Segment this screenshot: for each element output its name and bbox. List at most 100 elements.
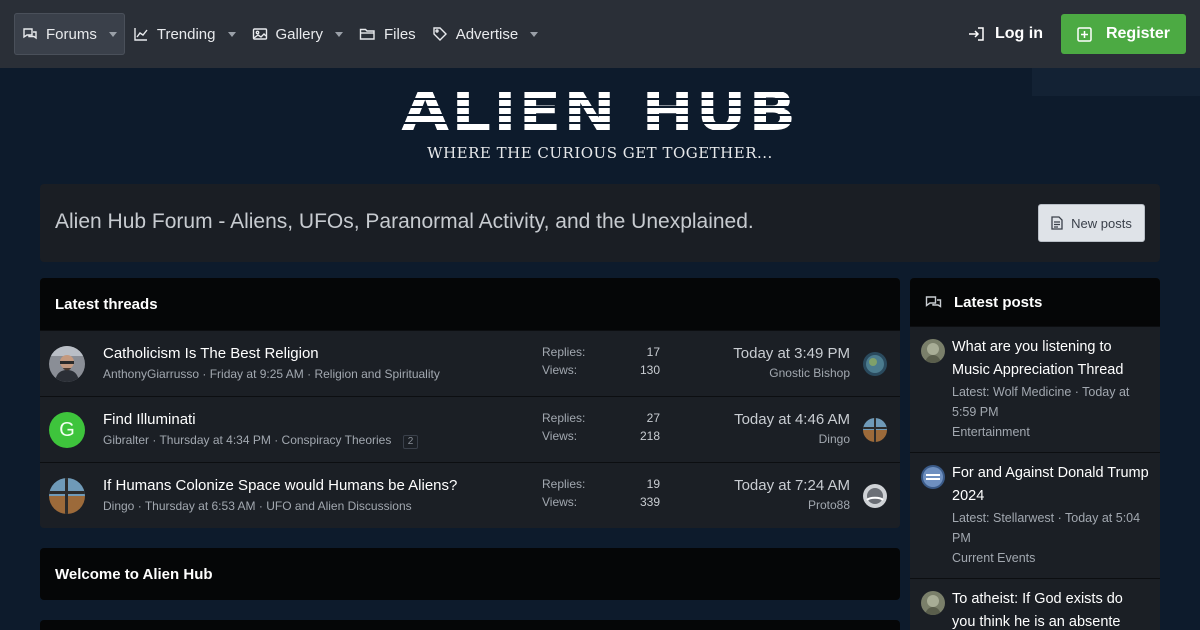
logo-tagline: WHERE THE CURIOUS GET TOGETHER...: [427, 144, 773, 162]
list-item: For and Against Donald Trump 2024 Latest…: [910, 452, 1160, 578]
nav-forums[interactable]: Forums: [14, 13, 125, 55]
thread-meta: Gibralter · Thursday at 4:34 PM · Conspi…: [103, 433, 419, 449]
nav-gallery-label: Gallery: [275, 25, 324, 43]
page-title: Alien Hub Forum - Aliens, UFOs, Paranorm…: [55, 210, 754, 233]
latest-posts-block: Latest posts What are you listening to M…: [910, 278, 1160, 630]
login-label: Log in: [994, 25, 1043, 42]
thread-title[interactable]: Find Illuminati: [103, 411, 196, 428]
post-title[interactable]: To atheist: If God exists do you think h…: [952, 588, 1150, 630]
thread-forum[interactable]: Religion and Spirituality: [314, 367, 439, 381]
latest-threads-block: Latest threads Catholicism Is The Best R…: [40, 278, 900, 528]
last-post-date[interactable]: Today at 4:46 AM: [734, 411, 850, 428]
views-count: 218: [639, 429, 660, 443]
top-navigation: Forums Trending Gallery Files Advertise …: [0, 0, 1200, 68]
avatar[interactable]: [863, 418, 887, 442]
login-icon: [968, 27, 984, 41]
chevron-down-icon[interactable]: [530, 31, 539, 37]
forums-icon: [925, 295, 942, 308]
welcome-header: Welcome to Alien Hub: [40, 548, 900, 600]
thread-last-post: Today at 7:24 AM Proto88: [734, 477, 850, 512]
latest-threads-header: Latest threads: [40, 278, 900, 330]
post-latest[interactable]: Latest: Wolf Medicine · Today at 5:59 PM: [952, 382, 1150, 422]
last-post-date[interactable]: Today at 7:24 AM: [734, 477, 850, 494]
list-item: To atheist: If God exists do you think h…: [910, 578, 1160, 630]
nav-advertise[interactable]: Advertise: [424, 13, 547, 55]
thread-stats: Replies: 17 Views: 130: [542, 345, 660, 381]
thread-title[interactable]: Catholicism Is The Best Religion: [103, 345, 319, 362]
post-title[interactable]: For and Against Donald Trump 2024: [952, 462, 1150, 508]
nav-trending[interactable]: Trending: [125, 13, 244, 55]
nav-gallery[interactable]: Gallery: [244, 13, 352, 55]
views-count: 339: [639, 495, 660, 509]
nav-advertise-label: Advertise: [455, 25, 519, 43]
post-forum[interactable]: Entertainment: [952, 422, 1150, 442]
thread-author[interactable]: AnthonyGiarrusso: [103, 367, 199, 381]
login-button[interactable]: Log in: [958, 25, 1053, 43]
document-icon: [1051, 216, 1063, 230]
new-posts-button[interactable]: New posts: [1038, 204, 1145, 242]
thread-row: G Find Illuminati Gibralter · Thursday a…: [40, 396, 900, 462]
forums-icon: [23, 28, 37, 40]
thread-last-post: Today at 3:49 PM Gnostic Bishop: [733, 345, 850, 380]
views-count: 130: [639, 363, 660, 377]
thread-forum[interactable]: Conspiracy Theories: [282, 433, 392, 447]
thread-author[interactable]: Dingo: [103, 499, 134, 513]
thread-page-link[interactable]: 2: [402, 435, 419, 449]
thread-author[interactable]: Gibralter: [103, 433, 149, 447]
avatar[interactable]: [863, 484, 887, 508]
replies-count: 17: [646, 345, 660, 359]
thread-row: If Humans Colonize Space would Humans be…: [40, 462, 900, 528]
avatar[interactable]: [863, 352, 887, 376]
thread-title[interactable]: If Humans Colonize Space would Humans be…: [103, 477, 457, 494]
thread-meta: AnthonyGiarrusso · Friday at 9:25 AM · R…: [103, 367, 440, 381]
thread-date[interactable]: Friday at 9:25 AM: [210, 367, 304, 381]
replies-label: Replies:: [542, 411, 586, 425]
next-block-header: [40, 620, 900, 630]
nav-trending-label: Trending: [156, 25, 216, 43]
post-latest[interactable]: Latest: Stellarwest · Today at 5:04 PM: [952, 508, 1150, 548]
post-forum[interactable]: Current Events: [952, 548, 1150, 568]
folder-icon: [359, 28, 375, 40]
views-label: Views:: [542, 429, 578, 443]
latest-threads-title[interactable]: Latest threads: [55, 296, 158, 313]
chevron-down-icon[interactable]: [227, 31, 236, 37]
welcome-block: Welcome to Alien Hub: [40, 548, 900, 600]
avatar[interactable]: [49, 478, 85, 514]
chevron-down-icon[interactable]: [108, 31, 117, 37]
replies-count: 27: [646, 411, 660, 425]
latest-posts-header: Latest posts: [910, 278, 1160, 326]
last-post-date[interactable]: Today at 3:49 PM: [733, 345, 850, 362]
trending-icon: [134, 28, 148, 41]
site-logo[interactable]: ALIEN HUB WHERE THE CURIOUS GET TOGETHER…: [400, 84, 800, 166]
replies-label: Replies:: [542, 345, 586, 359]
avatar[interactable]: [921, 591, 945, 615]
nav-forums-label: Forums: [46, 25, 97, 43]
thread-date[interactable]: Thursday at 4:34 PM: [159, 433, 270, 447]
welcome-title[interactable]: Welcome to Alien Hub: [55, 566, 213, 583]
last-post-user[interactable]: Proto88: [734, 498, 850, 512]
thread-date[interactable]: Thursday at 6:53 AM: [145, 499, 256, 513]
latest-posts-title[interactable]: Latest posts: [954, 294, 1042, 311]
replies-count: 19: [646, 477, 660, 491]
nav-files[interactable]: Files: [351, 13, 424, 55]
last-post-user[interactable]: Gnostic Bishop: [733, 366, 850, 380]
register-button[interactable]: Register: [1060, 14, 1186, 54]
list-item: What are you listening to Music Apprecia…: [910, 326, 1160, 452]
thread-meta: Dingo · Thursday at 6:53 AM · UFO and Al…: [103, 499, 412, 513]
views-label: Views:: [542, 363, 578, 377]
avatar[interactable]: [921, 339, 945, 363]
thread-forum[interactable]: UFO and Alien Discussions: [266, 499, 411, 513]
avatar[interactable]: G: [49, 412, 85, 448]
replies-label: Replies:: [542, 477, 586, 491]
logo-title: ALIEN HUB: [401, 80, 799, 143]
last-post-user[interactable]: Dingo: [734, 432, 850, 446]
chevron-down-icon[interactable]: [335, 31, 344, 37]
register-label: Register: [1105, 25, 1170, 42]
avatar-letter: G: [59, 418, 75, 441]
avatar[interactable]: [921, 465, 945, 489]
thread-stats: Replies: 19 Views: 339: [542, 477, 660, 513]
avatar[interactable]: [49, 346, 85, 382]
post-title[interactable]: What are you listening to Music Apprecia…: [952, 336, 1150, 382]
new-posts-label: New posts: [1071, 215, 1132, 231]
nav-dropdown-shadow: [1032, 68, 1200, 96]
